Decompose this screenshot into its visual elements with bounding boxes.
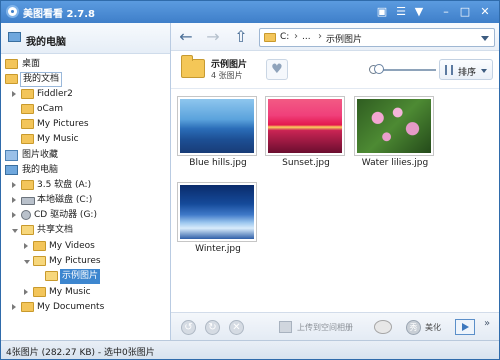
folder-open-icon: [45, 271, 58, 281]
collapse-arrow-icon[interactable]: [24, 260, 30, 264]
image-filename: Winter.jpg: [195, 244, 241, 254]
up-folder-icon[interactable]: ⇧: [232, 28, 250, 46]
collection-icon: [5, 150, 18, 161]
expand-arrow-icon[interactable]: [24, 243, 28, 249]
image-filename: Sunset.jpg: [282, 158, 330, 168]
minimize-button[interactable]: –: [438, 4, 454, 19]
forward-arrow-icon[interactable]: →: [204, 28, 222, 46]
chat-icon[interactable]: ▣: [374, 4, 390, 19]
address-bar[interactable]: C: › ... › 示例图片: [259, 28, 495, 47]
favorite-heart-button[interactable]: ♥: [266, 59, 288, 80]
thumbnail-grid: Blue hills.jpg Sunset.jpg Water lilies.j…: [171, 90, 499, 312]
address-ellipsis[interactable]: ...: [302, 32, 311, 42]
folder-title: 示例图片: [211, 60, 248, 70]
app-title: 美图看看 2.7.8: [23, 9, 95, 20]
sort-button[interactable]: 排序: [439, 59, 493, 80]
rotate-right-icon[interactable]: ↻: [205, 320, 220, 335]
expand-arrow-icon[interactable]: [12, 212, 16, 218]
image-filename: Blue hills.jpg: [189, 158, 247, 168]
navigation-toolbar: ← → ⇧ C: › ... › 示例图片: [171, 23, 499, 51]
image-thumbnail[interactable]: [265, 96, 345, 156]
app-logo-icon: [6, 5, 19, 18]
folder-icon: [5, 74, 18, 84]
computer-icon: [5, 165, 18, 175]
sunset-image: [268, 99, 342, 153]
blue-hills-image: [180, 99, 254, 153]
folder-icon: [33, 287, 46, 297]
weibo-share-icon[interactable]: [374, 320, 392, 334]
collapse-arrow-icon[interactable]: [12, 229, 18, 233]
beautify-icon[interactable]: 秀: [406, 320, 421, 335]
cd-drive-icon: [21, 210, 31, 220]
address-separator: ›: [294, 31, 298, 42]
back-arrow-icon[interactable]: ←: [177, 28, 195, 46]
action-bar: ↺ ↻ ✕ 上传到空间相册 秀 美化 »: [171, 312, 499, 340]
folder-sidebar: 我的电脑 桌面 我的文档 Fiddler2 oCam My Pictures M…: [1, 23, 171, 340]
beautify-button[interactable]: 美化: [425, 322, 441, 333]
sort-icon: [445, 65, 453, 75]
expand-arrow-icon[interactable]: [12, 182, 16, 188]
title-bar[interactable]: 美图看看 2.7.8 ▣ ☰ ▼ – □ ✕: [1, 1, 499, 23]
status-text: 4张图片 (282.27 KB) - 选中0张图片: [6, 348, 155, 358]
floppy-drive-icon: [21, 180, 34, 190]
image-count: 4 张图片: [211, 71, 243, 80]
folder-icon: [21, 134, 34, 144]
more-options-icon[interactable]: »: [484, 318, 490, 329]
folder-icon: [33, 241, 46, 251]
main-window: 美图看看 2.7.8 ▣ ☰ ▼ – □ ✕ 我的电脑 桌面 我的文档 Fidd…: [0, 0, 500, 360]
image-tile[interactable]: Blue hills.jpg: [175, 94, 257, 168]
status-bar: 4张图片 (282.27 KB) - 选中0张图片: [1, 340, 499, 359]
image-thumbnail[interactable]: [177, 182, 257, 242]
folder-icon: [21, 104, 34, 114]
computer-icon: [8, 32, 21, 42]
image-tile[interactable]: Winter.jpg: [175, 180, 257, 254]
address-separator: ›: [318, 31, 322, 42]
folder-icon: [21, 119, 34, 129]
image-tile[interactable]: Water lilies.jpg: [352, 94, 434, 168]
upload-album-button[interactable]: 上传到空间相册: [297, 322, 353, 333]
expand-arrow-icon[interactable]: [24, 289, 28, 295]
address-current-folder[interactable]: 示例图片: [326, 32, 362, 45]
folder-icon: [21, 89, 34, 99]
maximize-button[interactable]: □: [457, 4, 473, 19]
chevron-down-icon: [481, 69, 487, 73]
thumbnail-size-slider[interactable]: [381, 69, 436, 71]
folder-open-icon: [21, 225, 34, 235]
expand-arrow-icon[interactable]: [12, 197, 16, 203]
expand-arrow-icon[interactable]: [12, 304, 16, 310]
folder-open-icon: [33, 256, 46, 266]
water-lilies-image: [357, 99, 431, 153]
image-tile[interactable]: Sunset.jpg: [263, 94, 345, 168]
menu-icon[interactable]: ☰: [393, 4, 409, 19]
image-filename: Water lilies.jpg: [361, 158, 429, 168]
sidebar-header[interactable]: 我的电脑: [1, 23, 170, 54]
delete-icon[interactable]: ✕: [229, 320, 244, 335]
skin-icon[interactable]: ▼: [411, 4, 427, 19]
upload-icon[interactable]: [279, 321, 292, 333]
close-button[interactable]: ✕: [477, 4, 493, 19]
expand-arrow-icon[interactable]: [12, 91, 16, 97]
image-thumbnail[interactable]: [177, 96, 257, 156]
image-thumbnail[interactable]: [354, 96, 434, 156]
slider-handle[interactable]: [374, 64, 384, 74]
folder-icon: [5, 59, 18, 69]
winter-image: [180, 185, 254, 239]
slideshow-icon[interactable]: [455, 319, 475, 335]
folder-icon: [264, 33, 276, 42]
address-dropdown-icon[interactable]: [481, 36, 489, 41]
folder-large-icon: [181, 55, 205, 78]
sidebar-header-label: 我的电脑: [26, 37, 66, 48]
folder-icon: [21, 302, 34, 312]
folder-info-bar: 示例图片 4 张图片 ♥ 排序: [171, 51, 499, 89]
hard-drive-icon: [21, 197, 35, 205]
rotate-left-icon[interactable]: ↺: [181, 320, 196, 335]
address-drive[interactable]: C:: [280, 32, 289, 42]
